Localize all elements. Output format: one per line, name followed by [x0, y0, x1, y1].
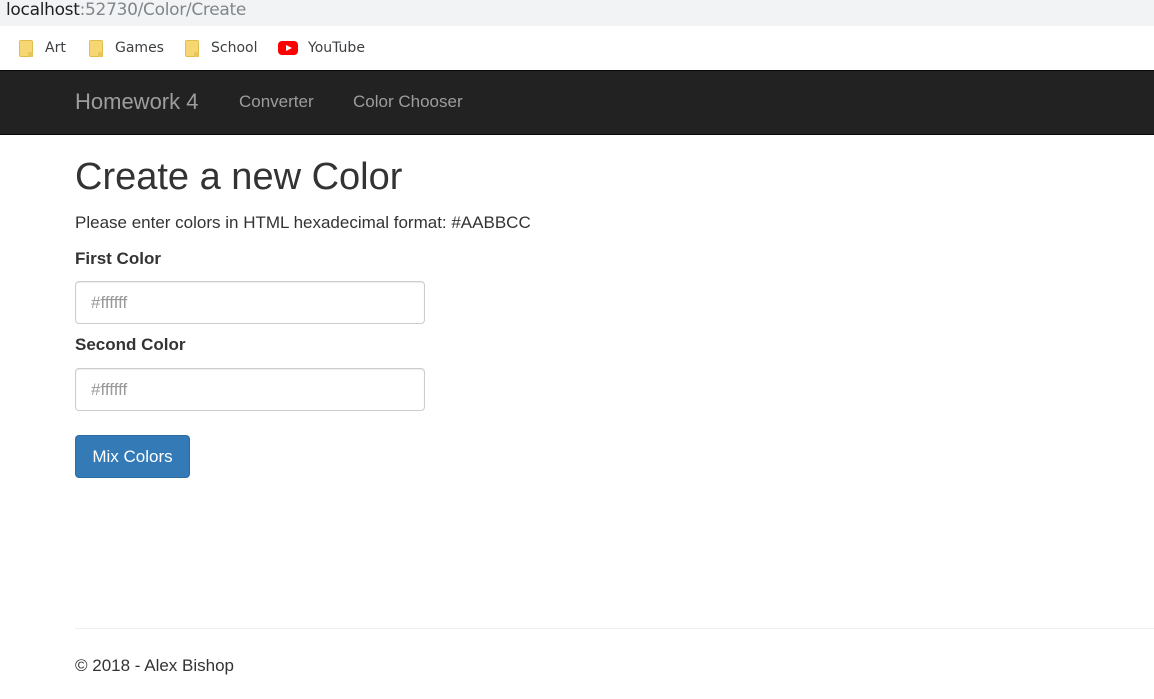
address-bar[interactable]: localhost:52730/Color/Create — [0, 0, 1154, 26]
second-color-label: Second Color — [75, 335, 186, 354]
first-color-input[interactable] — [75, 281, 425, 324]
navbar-brand-link[interactable]: Homework 4 — [75, 89, 198, 115]
site-navbar: Homework 4 Converter Color Chooser — [0, 70, 1154, 135]
bookmark-label: Games — [115, 40, 164, 56]
folder-icon — [19, 39, 33, 57]
bookmark-label: Art — [45, 40, 66, 56]
second-color-input[interactable] — [75, 368, 425, 411]
bookmark-games[interactable]: Games — [89, 38, 164, 58]
bookmarks-bar: Art Games School YouTube — [0, 26, 1154, 70]
folder-icon — [185, 39, 199, 57]
bookmark-art[interactable]: Art — [19, 38, 66, 58]
bookmark-youtube[interactable]: YouTube — [278, 38, 365, 58]
mix-colors-button[interactable]: Mix Colors — [75, 435, 190, 478]
footer-divider — [75, 628, 1154, 629]
bookmark-label: School — [211, 40, 258, 56]
footer-copyright: © 2018 - Alex Bishop — [75, 656, 235, 675]
folder-icon — [89, 39, 103, 57]
format-instructions: Please enter colors in HTML hexadecimal … — [75, 213, 531, 232]
bookmark-school[interactable]: School — [185, 38, 257, 58]
first-color-label: First Color — [75, 249, 161, 268]
url-host: localhost — [6, 0, 80, 20]
nav-link-color-chooser[interactable]: Color Chooser — [353, 92, 463, 112]
url-path: :52730/Color/Create — [79, 0, 247, 20]
youtube-icon — [278, 41, 298, 55]
page-title: Create a new Color — [75, 156, 403, 198]
bookmark-label: YouTube — [308, 40, 365, 56]
nav-link-converter[interactable]: Converter — [239, 92, 314, 112]
url-text[interactable]: localhost:52730/Color/Create — [6, 0, 246, 20]
